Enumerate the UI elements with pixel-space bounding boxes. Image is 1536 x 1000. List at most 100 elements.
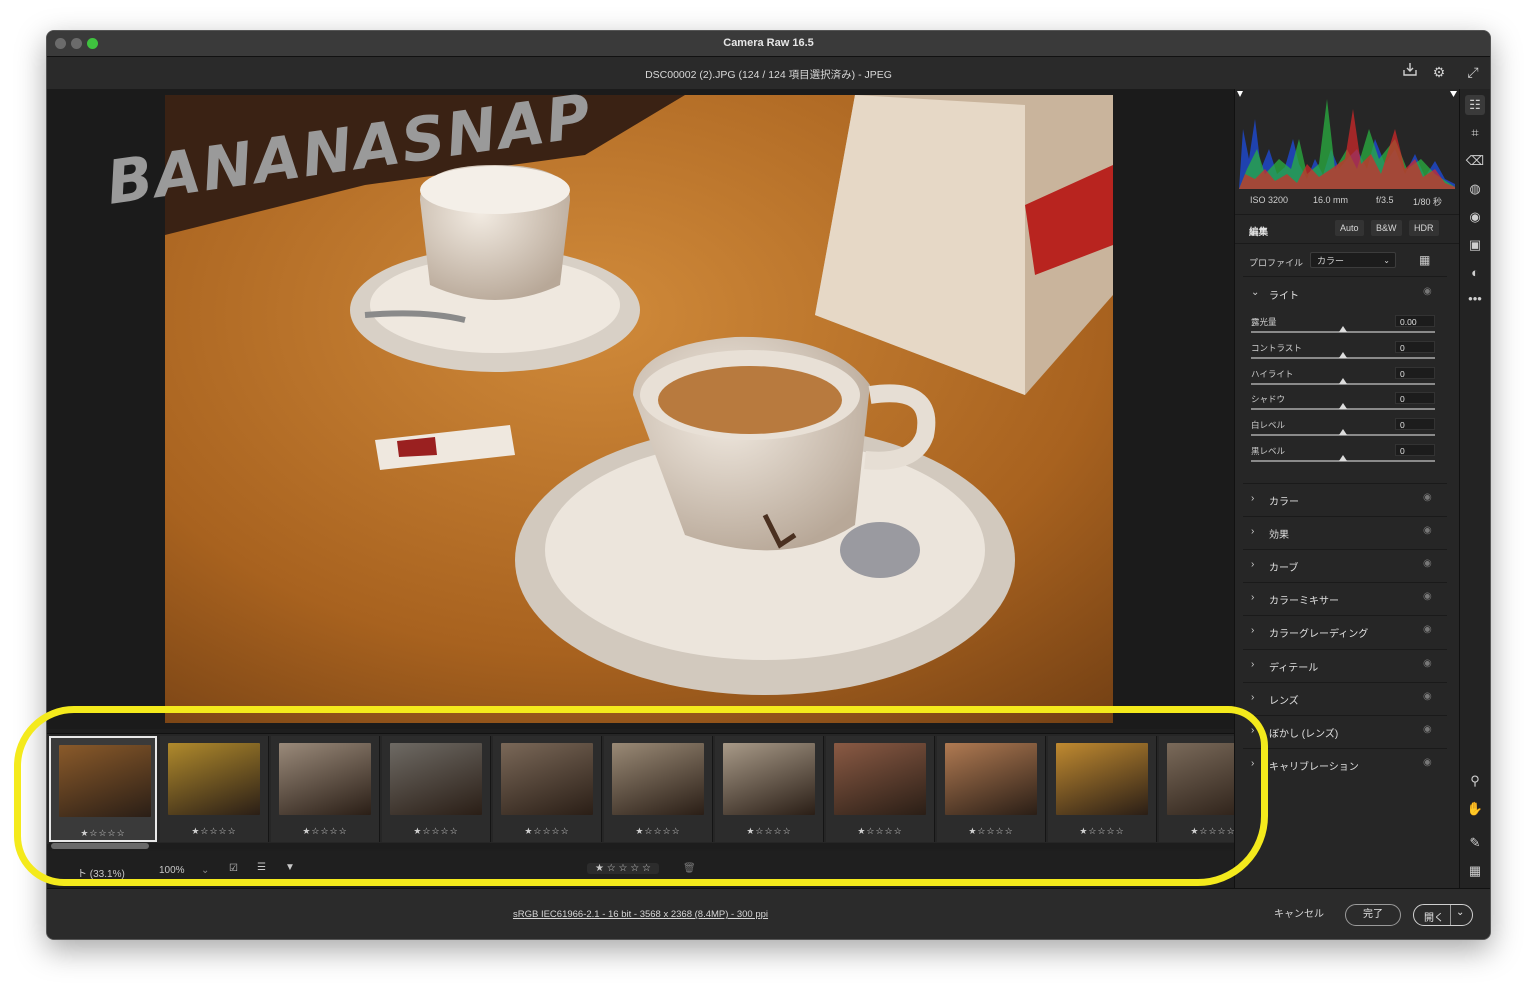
filmstrip-thumbnail[interactable]: ★☆☆☆☆ bbox=[49, 736, 157, 842]
section-label: ディテール bbox=[1269, 662, 1319, 674]
open-options-chevron-icon[interactable]: ⌄ bbox=[1456, 907, 1464, 918]
filmstrip-thumbnail[interactable]: ★☆☆☆☆ bbox=[271, 736, 380, 842]
slider-row[interactable]: コントラスト 0 bbox=[1247, 339, 1443, 365]
edit-sliders-icon[interactable]: ☷ bbox=[1465, 95, 1485, 115]
done-button[interactable]: 完了 bbox=[1345, 904, 1401, 926]
sampler-icon[interactable]: ✎ bbox=[1465, 833, 1485, 853]
profile-select[interactable]: カラー ⌄ bbox=[1310, 252, 1396, 268]
profile-browser-icon[interactable]: ▦ bbox=[1419, 253, 1430, 267]
slider-row[interactable]: 黒レベル 0 bbox=[1247, 442, 1443, 468]
heal-icon[interactable]: ◍ bbox=[1465, 179, 1485, 199]
thumbnail-rating[interactable]: ★☆☆☆☆ bbox=[51, 828, 155, 839]
eye-icon[interactable]: ◉ bbox=[1423, 591, 1432, 602]
cancel-button[interactable]: キャンセル bbox=[1259, 905, 1339, 925]
eraser-icon[interactable]: ⌫ bbox=[1465, 151, 1485, 171]
slider-knob[interactable] bbox=[1339, 351, 1347, 358]
footer-bar: sRGB IEC61966-2.1 - 16 bit - 3568 x 2368… bbox=[47, 888, 1490, 939]
slider-knob[interactable] bbox=[1339, 377, 1347, 384]
filmstrip-thumbnail[interactable]: ★☆☆☆☆ bbox=[826, 736, 935, 842]
open-button[interactable]: 開く ⌄ bbox=[1413, 904, 1473, 926]
slider-value-field[interactable]: 0 bbox=[1395, 366, 1435, 379]
eye-icon[interactable]: ◉ bbox=[1423, 286, 1432, 297]
section-header[interactable]: › ディテール ◉ bbox=[1235, 650, 1448, 680]
filmstrip-thumbnail[interactable]: ★☆☆☆☆ bbox=[715, 736, 824, 842]
red-eye-icon[interactable]: ◉ bbox=[1465, 207, 1485, 227]
select-all-icon[interactable]: ☑ bbox=[229, 863, 238, 874]
filmstrip-thumbnail[interactable]: ★☆☆☆☆ bbox=[937, 736, 1046, 842]
eye-icon[interactable]: ◉ bbox=[1423, 525, 1432, 536]
thumbnail-rating[interactable]: ★☆☆☆☆ bbox=[826, 826, 934, 837]
filmstrip-thumbnail[interactable]: ★☆☆☆☆ bbox=[604, 736, 713, 842]
bw-button[interactable]: B&W bbox=[1371, 220, 1402, 236]
section-header[interactable]: › キャリブレーション ◉ bbox=[1235, 749, 1448, 779]
section-header[interactable]: › カラーグレーディング ◉ bbox=[1235, 616, 1448, 646]
eye-icon[interactable]: ◉ bbox=[1423, 658, 1432, 669]
filmstrip-scroll-thumb[interactable] bbox=[51, 843, 149, 849]
filmstrip-thumbnail[interactable]: ★☆☆☆☆ bbox=[1048, 736, 1157, 842]
section-header[interactable]: › カラー ◉ bbox=[1235, 484, 1448, 514]
eye-icon[interactable]: ◉ bbox=[1423, 558, 1432, 569]
section-light-header[interactable]: ⌄ ライト ◉ bbox=[1235, 278, 1448, 308]
grid-icon[interactable]: ▦ bbox=[1465, 861, 1485, 881]
zoom-chevron-icon[interactable]: ⌄ bbox=[201, 865, 209, 876]
slider-knob[interactable] bbox=[1339, 403, 1347, 410]
masking-icon[interactable]: ▣ bbox=[1465, 235, 1485, 255]
slider-row[interactable]: ハイライト 0 bbox=[1247, 365, 1443, 391]
section-header[interactable]: › カラーミキサー ◉ bbox=[1235, 583, 1448, 613]
exif-focal-length: 16.0 mm bbox=[1313, 195, 1349, 205]
chevron-right-icon: › bbox=[1251, 592, 1255, 604]
thumbnail-rating[interactable]: ★☆☆☆☆ bbox=[271, 826, 379, 837]
save-image-icon[interactable] bbox=[1399, 61, 1421, 83]
filmstrip-thumbnail[interactable]: ★☆☆☆☆ bbox=[382, 736, 491, 842]
slider-knob[interactable] bbox=[1339, 326, 1347, 332]
slider-knob[interactable] bbox=[1339, 429, 1347, 436]
filmstrip-scrollbar[interactable] bbox=[49, 843, 1234, 849]
thumbnail-rating[interactable]: ★☆☆☆☆ bbox=[382, 826, 490, 837]
sort-icon[interactable]: ☰ bbox=[257, 862, 266, 873]
eye-icon[interactable]: ◉ bbox=[1423, 492, 1432, 503]
slider-row[interactable]: 白レベル 0 bbox=[1247, 416, 1443, 442]
rating-control[interactable]: ★ ☆ ☆ ☆ ☆ bbox=[587, 863, 659, 874]
workflow-options-link[interactable]: sRGB IEC61966-2.1 - 16 bit - 3568 x 2368… bbox=[47, 909, 1234, 920]
slider-value-field[interactable]: 0 bbox=[1395, 418, 1435, 431]
thumbnail-rating[interactable]: ★☆☆☆☆ bbox=[715, 826, 823, 837]
slider-row[interactable]: 露光量 0.00 bbox=[1247, 313, 1443, 339]
crop-icon[interactable]: ⌗ bbox=[1465, 123, 1485, 143]
thumbnail-rating[interactable]: ★☆☆☆☆ bbox=[937, 826, 1045, 837]
filmstrip[interactable]: ★☆☆☆☆ ★☆☆☆☆ ★☆☆☆☆ ★☆☆☆☆ ★☆☆☆☆ ★☆☆☆☆ ★☆☆☆☆ ★☆☆☆☆… bbox=[47, 733, 1268, 844]
fit-zoom-label[interactable]: ト (33.1%) bbox=[77, 865, 125, 880]
thumbnail-rating[interactable]: ★☆☆☆☆ bbox=[604, 826, 712, 837]
section-header[interactable]: › カーブ ◉ bbox=[1235, 550, 1448, 580]
more-icon[interactable]: ••• bbox=[1465, 289, 1485, 309]
zoom-tool-icon[interactable]: ⚲ bbox=[1465, 771, 1485, 791]
eye-icon[interactable]: ◉ bbox=[1423, 624, 1432, 635]
zoom-level-select[interactable]: 100% bbox=[159, 865, 185, 876]
hand-tool-icon[interactable]: ✋ bbox=[1465, 799, 1485, 819]
section-header[interactable]: › 効果 ◉ bbox=[1235, 517, 1448, 547]
trash-icon[interactable]: 🗑 bbox=[683, 863, 696, 874]
image-canvas[interactable]: BANANASNAP bbox=[47, 81, 1234, 729]
thumbnail-image bbox=[1056, 743, 1148, 815]
section-header[interactable]: › ぼかし (レンズ) ◉ bbox=[1235, 716, 1448, 746]
thumbnail-rating[interactable]: ★☆☆☆☆ bbox=[493, 826, 601, 837]
eye-icon[interactable]: ◉ bbox=[1423, 691, 1432, 702]
thumbnail-rating[interactable]: ★☆☆☆☆ bbox=[160, 826, 268, 837]
eye-icon[interactable]: ◉ bbox=[1423, 724, 1432, 735]
slider-row[interactable]: シャドウ 0 bbox=[1247, 390, 1443, 416]
slider-value-field[interactable]: 0 bbox=[1395, 340, 1435, 353]
slider-value-field[interactable]: 0 bbox=[1395, 444, 1435, 456]
presets-icon[interactable]: ◐ bbox=[1465, 263, 1485, 283]
thumbnail-rating[interactable]: ★☆☆☆☆ bbox=[1048, 826, 1156, 837]
slider-value-field[interactable]: 0 bbox=[1395, 392, 1435, 405]
filmstrip-thumbnail[interactable]: ★☆☆☆☆ bbox=[160, 736, 269, 842]
gear-icon[interactable]: ⚙ bbox=[1428, 61, 1450, 83]
auto-button[interactable]: Auto bbox=[1335, 220, 1364, 236]
slider-knob[interactable] bbox=[1339, 455, 1347, 461]
hdr-button[interactable]: HDR bbox=[1409, 220, 1439, 236]
filmstrip-thumbnail[interactable]: ★☆☆☆☆ bbox=[493, 736, 602, 842]
fullscreen-icon[interactable]: ⤢ bbox=[1462, 61, 1484, 83]
section-header[interactable]: › レンズ ◉ bbox=[1235, 683, 1448, 713]
slider-value-field[interactable]: 0.00 bbox=[1395, 315, 1435, 327]
eye-icon[interactable]: ◉ bbox=[1423, 757, 1432, 768]
filter-icon[interactable]: ▼ bbox=[285, 862, 295, 873]
